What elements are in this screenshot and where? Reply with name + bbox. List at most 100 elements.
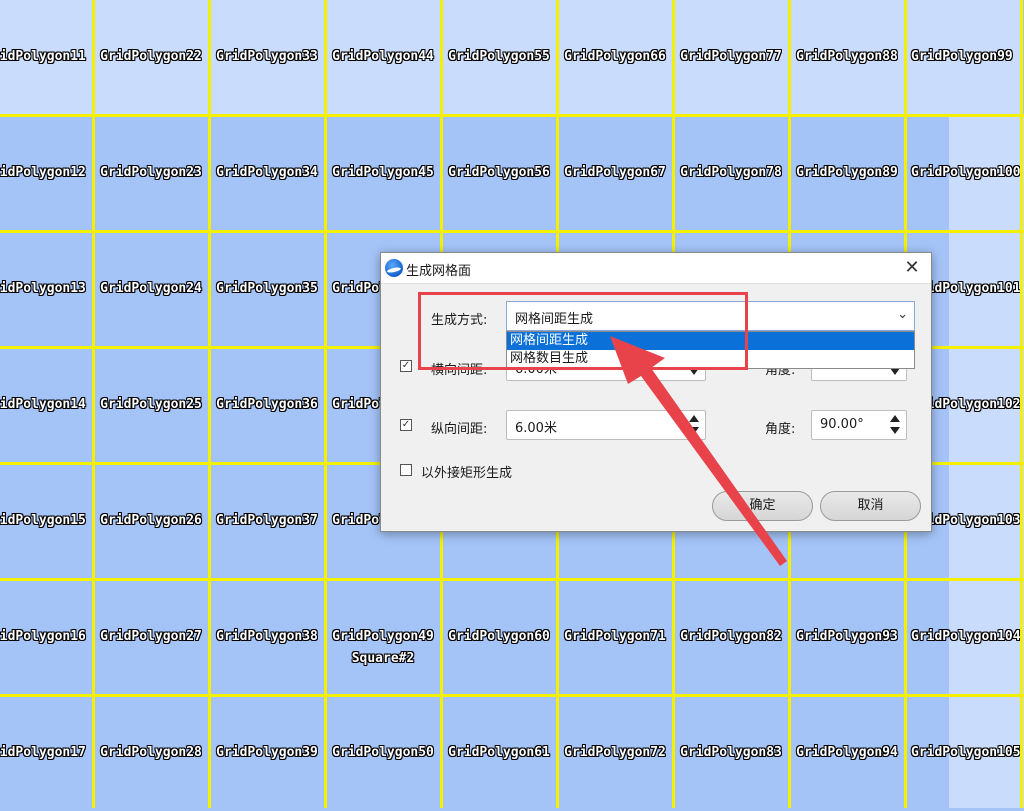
bbox-label: 以外接矩形生成 (421, 466, 513, 481)
grid-line (1020, 0, 1023, 808)
grid-cell[interactable]: GridPolygon83 (673, 695, 789, 811)
grid-cell-label: GridPolygon36 (216, 397, 318, 412)
grid-cell[interactable]: GridPolygon15 (0, 463, 93, 579)
grid-cell-label: GridPolygon55 (448, 49, 550, 64)
grid-cell[interactable]: GridPolygon13 (0, 231, 93, 347)
grid-line (208, 0, 211, 808)
grid-cell-label: GridPolygon37 (216, 513, 318, 528)
grid-cell[interactable]: GridPolygon100 (905, 115, 1021, 231)
grid-cell-label: GridPolygon44 (332, 49, 434, 64)
grid-cell-label: GridPolygon78 (680, 165, 782, 180)
grid-cell[interactable]: GridPolygon37 (209, 463, 325, 579)
grid-cell[interactable]: GridPolygon77 (673, 0, 789, 115)
stepper-down-icon[interactable] (890, 427, 900, 434)
grid-cell-label: GridPolygon27 (100, 629, 202, 644)
grid-cell-label: GridPolygon60 (448, 629, 550, 644)
grid-cell-label: GridPolygon67 (564, 165, 666, 180)
grid-cell[interactable]: GridPolygon82 (673, 579, 789, 695)
grid-cell[interactable]: GridPolygon24 (93, 231, 209, 347)
grid-cell[interactable]: GridPolygon78 (673, 115, 789, 231)
grid-cell[interactable]: GridPolygon49 Square#2 (325, 579, 441, 695)
v-spacing-input[interactable]: 6.00米 (506, 410, 706, 440)
bbox-checkbox[interactable] (400, 464, 412, 476)
h-spacing-checkbox[interactable]: ✓ (400, 360, 412, 372)
chevron-down-icon[interactable]: ⌄ (897, 307, 908, 322)
grid-cell[interactable]: GridPolygon22 (93, 0, 209, 115)
grid-cell-label: GridPolygon39 (216, 745, 318, 760)
grid-cell[interactable]: GridPolygon88 (789, 0, 905, 115)
grid-cell-label: GridPolygon71 (564, 629, 666, 644)
grid-cell[interactable]: GridPolygon23 (93, 115, 209, 231)
grid-cell-label: GridPolygon49 (332, 629, 434, 644)
grid-cell-label: GridPolygon23 (100, 165, 202, 180)
grid-cell-label: GridPolygon93 (796, 629, 898, 644)
grid-cell-label: GridPolygon61 (448, 745, 550, 760)
grid-cell[interactable]: GridPolygon25 (93, 347, 209, 463)
grid-cell-label: GridPolygon72 (564, 745, 666, 760)
cancel-button[interactable]: 取消 (820, 491, 921, 521)
grid-cell-label: GridPolygon33 (216, 49, 318, 64)
grid-cell[interactable]: GridPolygon27 (93, 579, 209, 695)
grid-cell[interactable]: GridPolygon45 (325, 115, 441, 231)
grid-cell[interactable]: GridPolygon44 (325, 0, 441, 115)
grid-cell-label: GridPolygon83 (680, 745, 782, 760)
grid-cell[interactable]: GridPolygon34 (209, 115, 325, 231)
grid-cell[interactable]: GridPolygon33 (209, 0, 325, 115)
v-spacing-stepper[interactable] (689, 414, 701, 436)
grid-cell[interactable]: GridPolygon60 (441, 579, 557, 695)
grid-cell-label: GridPolygon89 (796, 165, 898, 180)
grid-cell[interactable]: GridPolygon16 (0, 579, 93, 695)
grid-line (324, 0, 327, 808)
stepper-up-icon[interactable] (689, 415, 699, 422)
app-logo-icon (385, 259, 403, 277)
dialog-title: 生成网格面 (406, 264, 472, 279)
close-icon[interactable]: ✕ (899, 256, 925, 280)
grid-cell-label: GridPolygon17 (0, 745, 86, 760)
grid-cell[interactable]: GridPolygon36 (209, 347, 325, 463)
grid-cell-label: GridPolygon104 (911, 629, 1021, 644)
v-angle-stepper[interactable] (890, 414, 902, 436)
grid-cell-label: GridPolygon99 (911, 49, 1013, 64)
grid-cell[interactable]: GridPolygon50 (325, 695, 441, 811)
grid-cell[interactable]: GridPolygon71 (557, 579, 673, 695)
grid-cell-label: GridPolygon56 (448, 165, 550, 180)
stepper-down-icon[interactable] (890, 368, 900, 375)
grid-cell-label: GridPolygon13 (0, 281, 86, 296)
grid-line (0, 114, 1024, 117)
grid-cell[interactable]: GridPolygon93 (789, 579, 905, 695)
grid-cell[interactable]: GridPolygon17 (0, 695, 93, 811)
grid-cell[interactable]: GridPolygon39 (209, 695, 325, 811)
stepper-down-icon[interactable] (689, 427, 699, 434)
grid-cell[interactable]: GridPolygon11 (0, 0, 93, 115)
grid-cell[interactable]: GridPolygon55 (441, 0, 557, 115)
grid-cell[interactable]: GridPolygon14 (0, 347, 93, 463)
grid-cell[interactable]: GridPolygon99 (905, 0, 1021, 115)
grid-cell[interactable]: GridPolygon12 (0, 115, 93, 231)
grid-cell[interactable]: GridPolygon72 (557, 695, 673, 811)
ok-button[interactable]: 确定 (712, 491, 813, 521)
dialog-titlebar[interactable]: 生成网格面 ✕ (381, 253, 931, 284)
v-spacing-value: 6.00米 (515, 421, 557, 436)
grid-cell[interactable]: GridPolygon38 (209, 579, 325, 695)
grid-cell-label: GridPolygon45 (332, 165, 434, 180)
grid-cell-label: GridPolygon26 (100, 513, 202, 528)
grid-cell[interactable]: GridPolygon89 (789, 115, 905, 231)
grid-line (0, 694, 1024, 697)
grid-cell[interactable]: GridPolygon26 (93, 463, 209, 579)
grid-cell-label: GridPolygon88 (796, 49, 898, 64)
v-spacing-label: 纵向间距: (431, 422, 488, 437)
grid-cell[interactable]: GridPolygon35 (209, 231, 325, 347)
grid-cell[interactable]: GridPolygon104 (905, 579, 1021, 695)
grid-cell[interactable]: GridPolygon66 (557, 0, 673, 115)
grid-cell-label: GridPolygon12 (0, 165, 86, 180)
v-angle-input[interactable]: 90.00° (811, 410, 907, 440)
grid-cell[interactable]: GridPolygon61 (441, 695, 557, 811)
stepper-up-icon[interactable] (890, 415, 900, 422)
grid-cell[interactable]: GridPolygon94 (789, 695, 905, 811)
grid-cell-label: GridPolygon66 (564, 49, 666, 64)
grid-cell[interactable]: GridPolygon105 (905, 695, 1021, 811)
grid-cell[interactable]: GridPolygon67 (557, 115, 673, 231)
grid-cell[interactable]: GridPolygon28 (93, 695, 209, 811)
v-spacing-checkbox[interactable]: ✓ (400, 419, 412, 431)
grid-cell[interactable]: GridPolygon56 (441, 115, 557, 231)
